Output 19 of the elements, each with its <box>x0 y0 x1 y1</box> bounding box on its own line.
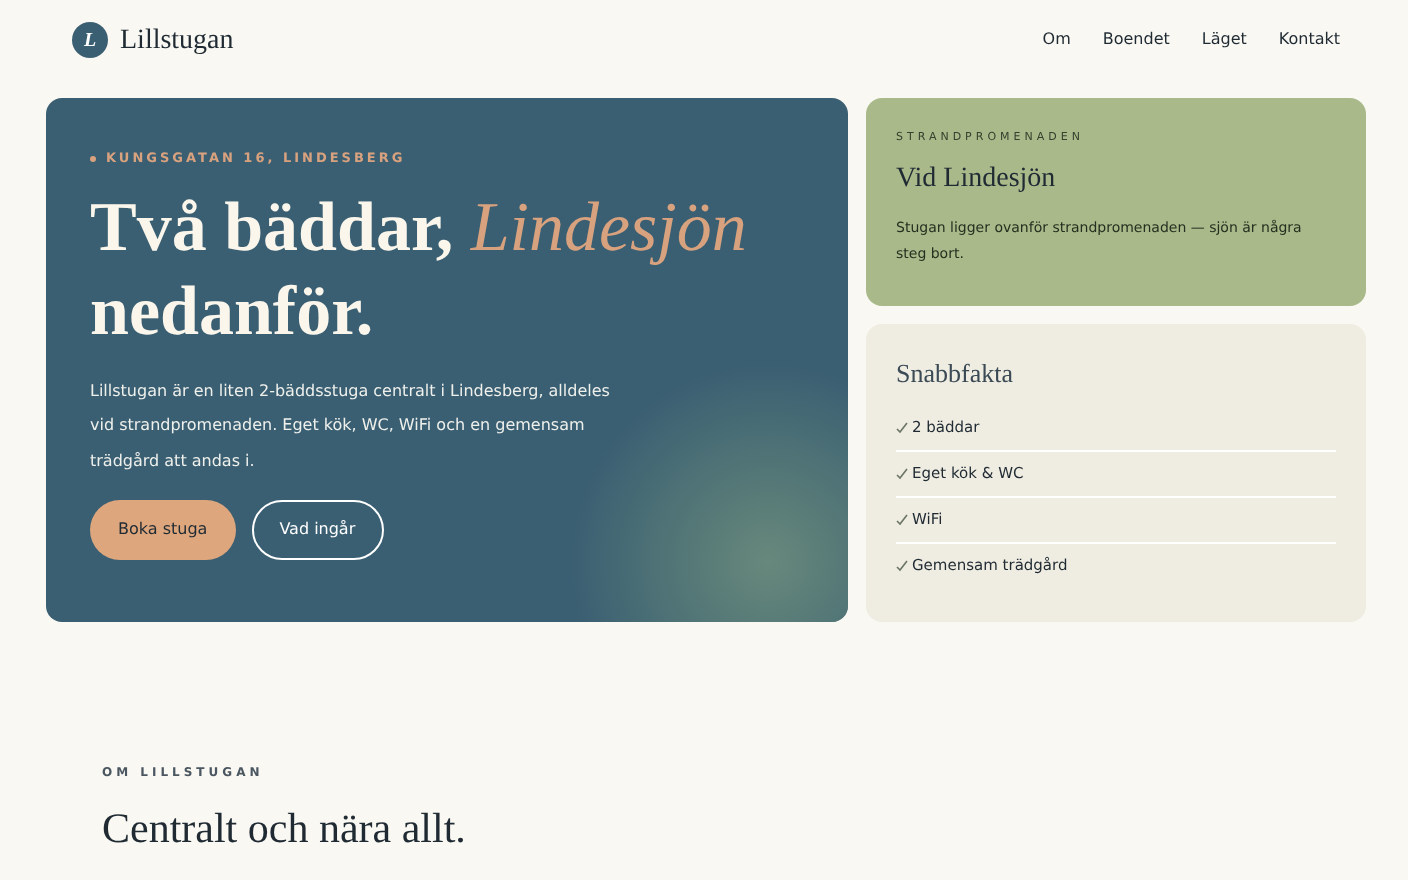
brand-name[interactable]: Lillstugan <box>120 19 234 61</box>
facts-title: Snabbfakta <box>896 356 1015 392</box>
check-icon <box>896 513 908 525</box>
nav-link[interactable]: Boendet <box>1102 28 1170 52</box>
check-icon <box>896 467 908 479</box>
check-icon <box>896 560 908 572</box>
nav-link[interactable]: Läget <box>1201 28 1247 52</box>
section-heading: Centralt och nära allt. <box>102 802 468 856</box>
bullet-icon <box>90 156 96 163</box>
hero-button[interactable]: Boka stuga <box>90 500 236 561</box>
card-title: Vid Lindesjön <box>896 162 1058 199</box>
hero-heading: nedanför. <box>90 269 376 354</box>
logo-badge[interactable]: L <box>72 22 108 58</box>
nav-link[interactable]: Om <box>1042 28 1071 52</box>
hero-heading: Två bäddar, Lindesjön <box>90 185 749 270</box>
nav-link[interactable]: Kontakt <box>1278 28 1340 52</box>
check-icon <box>896 421 908 433</box>
hero-button[interactable]: Vad ingår <box>251 500 384 561</box>
hero-text: Lillstugan är en liten 2-bäddsstuga centralt i Lindesberg, alldeles vid strandpromenaden. Eget kök, WC, WiFi och en gemensam trädgård att andas i. <box>90 379 612 474</box>
